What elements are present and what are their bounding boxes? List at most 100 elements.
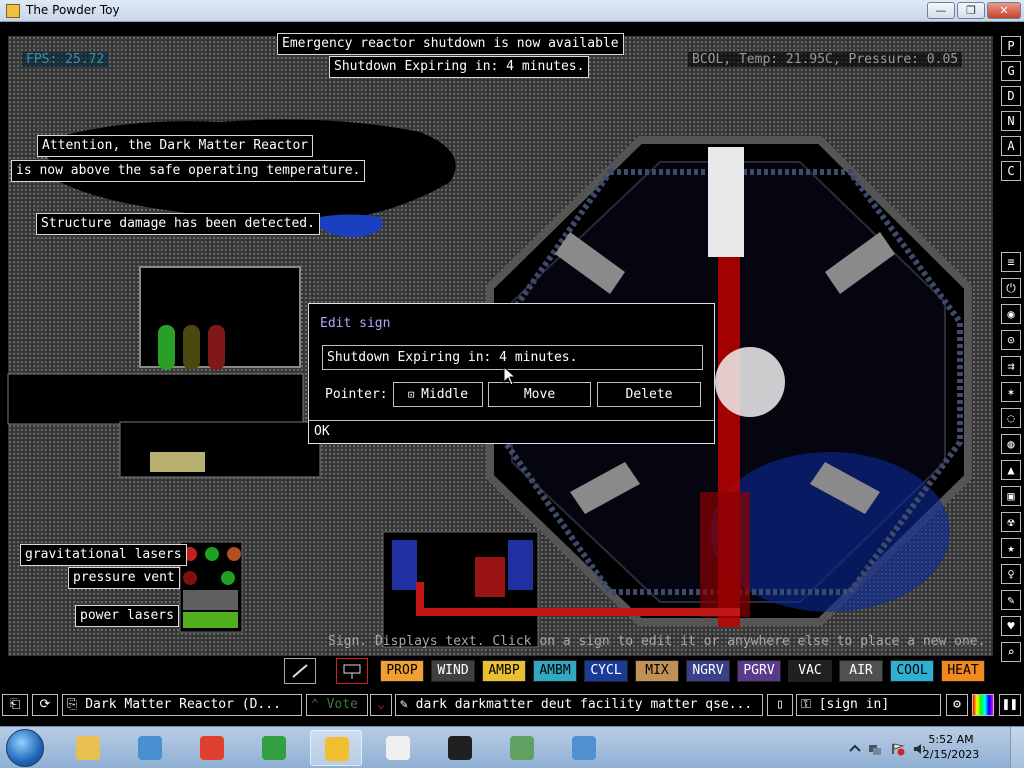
delete-button[interactable]: Delete — [597, 382, 701, 407]
element-cycl-button[interactable]: CYCL — [584, 660, 628, 682]
category-powered-button[interactable]: ◉ — [1001, 304, 1021, 324]
right-menu-n-button[interactable]: N — [1001, 111, 1021, 131]
category-life-button[interactable]: ♀ — [1001, 564, 1021, 584]
show-desktop-button[interactable] — [1010, 727, 1024, 768]
right-menu-a-button[interactable]: A — [1001, 136, 1021, 156]
tags-field[interactable]: ✎ dark darkmatter deut facility matter q… — [395, 694, 763, 716]
category-force-button[interactable]: ⇉ — [1001, 356, 1021, 376]
category-favorites-button[interactable]: ♥ — [1001, 616, 1021, 636]
element-pgrv-button[interactable]: PGRV — [737, 660, 781, 682]
taskbar-7zip[interactable] — [372, 730, 424, 766]
tag-icon: ✎ — [400, 697, 416, 712]
save-name-field[interactable]: ⎘ Dark Matter Reactor (D... — [62, 694, 302, 716]
window-titlebar[interactable]: The Powder Toy — ❐ ✕ — [0, 0, 1024, 22]
sample-tool-button[interactable] — [284, 658, 316, 684]
element-cool-button[interactable]: COOL — [890, 660, 934, 682]
reload-button[interactable]: ⟳ — [32, 694, 58, 716]
sign-tool-button[interactable] — [336, 658, 368, 684]
explosives-icon: ✶ — [1007, 385, 1015, 399]
clock-date: 2/15/2023 — [922, 748, 980, 761]
taskbar-powder-toy[interactable] — [310, 730, 362, 766]
pause-button[interactable]: ❚❚ — [999, 694, 1021, 716]
ok-button[interactable]: OK — [309, 420, 714, 444]
category-liquids-button[interactable]: ◍ — [1001, 434, 1021, 454]
maximize-button[interactable]: ❐ — [957, 2, 985, 19]
category-radioactive-button[interactable]: ☢ — [1001, 512, 1021, 532]
category-solids-button[interactable]: ▣ — [1001, 486, 1021, 506]
vote-up-button[interactable]: ⌃ Vote — [306, 694, 368, 716]
vote-down-button[interactable]: ⌄ — [370, 694, 392, 716]
sign-gravitational-lasers[interactable]: gravitational lasers — [20, 544, 187, 566]
sign-emergency[interactable]: Emergency reactor shutdown is now availa… — [277, 33, 624, 55]
category-explosives-button[interactable]: ✶ — [1001, 382, 1021, 402]
right-menu-p-button[interactable]: P — [1001, 36, 1021, 56]
folder-icon: ⎗ — [9, 697, 21, 712]
right-menu-c-button[interactable]: C — [1001, 161, 1021, 181]
bottom-bar: ⎗ ⟳ ⎘ Dark Matter Reactor (D... ⌃ Vote ⌄… — [0, 688, 1024, 726]
network-icon[interactable] — [868, 741, 882, 755]
key-icon: ⚿ — [801, 697, 819, 712]
electronics-icon: ⏻ — [1006, 281, 1016, 295]
liquids-icon: ◍ — [1007, 437, 1015, 451]
element-air-button[interactable]: AIR — [839, 660, 883, 682]
category-tools-button[interactable]: ✎ — [1001, 590, 1021, 610]
taskbar-cmd[interactable] — [434, 730, 486, 766]
element-mix-button[interactable]: MIX — [635, 660, 679, 682]
element-ambp-button[interactable]: AMBP — [482, 660, 526, 682]
taskbar-chrome[interactable] — [186, 730, 238, 766]
sign-icon — [343, 664, 361, 679]
show-hidden-icons-icon[interactable] — [848, 741, 862, 755]
category-walls-button[interactable]: ≡ — [1001, 252, 1021, 272]
document-icon: ▯ — [776, 697, 784, 712]
media-player-icon — [138, 736, 162, 760]
sign-power-lasers[interactable]: power lasers — [75, 605, 179, 627]
sign-structure-damage[interactable]: Structure damage has been detected. — [36, 213, 320, 235]
sign-attention-2[interactable]: is now above the safe operating temperat… — [11, 160, 366, 182]
reload-icon: ⟳ — [39, 697, 51, 712]
category-powders-button[interactable]: ▲ — [1001, 460, 1021, 480]
display-mode-button[interactable] — [972, 694, 994, 716]
pointer-value: Middle — [421, 387, 469, 402]
category-gases-button[interactable]: ◌ — [1001, 408, 1021, 428]
category-electronics-button[interactable]: ⏻ — [1001, 278, 1021, 298]
close-button[interactable]: ✕ — [987, 2, 1021, 19]
taskbar-media-player[interactable] — [124, 730, 176, 766]
pointer-label: Pointer: — [325, 387, 388, 402]
minimize-button[interactable]: — — [927, 2, 955, 19]
taskbar-explorer[interactable] — [62, 730, 114, 766]
right-menu-g-button[interactable]: G — [1001, 61, 1021, 81]
system-clock[interactable]: 5:52 AM 2/15/2023 — [920, 732, 982, 762]
chrome-icon — [200, 736, 224, 760]
new-save-button[interactable]: ▯ — [767, 694, 793, 716]
category-search-button[interactable]: ⌕ — [1001, 642, 1021, 662]
element-vac-button[interactable]: VAC — [788, 660, 832, 682]
game-canvas[interactable]: FPS: 25.72 BCOL, Temp: 21.95C, Pressure:… — [0, 22, 1024, 688]
taskbar-csharp-app[interactable] — [248, 730, 300, 766]
element-prop-button[interactable]: PROP — [380, 660, 424, 682]
monitor-app-icon — [510, 736, 534, 760]
start-button[interactable] — [6, 729, 44, 767]
element-wind-button[interactable]: WIND — [431, 660, 475, 682]
powder-toy-icon — [325, 737, 349, 761]
thumbs-up-icon: ⌃ — [311, 697, 327, 712]
sign-in-button[interactable]: ⚿ [sign in] — [796, 694, 941, 716]
element-heat-button[interactable]: HEAT — [941, 660, 985, 682]
search-icon: ⌕ — [1007, 645, 1015, 659]
taskbar-control-panel[interactable] — [558, 730, 610, 766]
right-menu-d-button[interactable]: D — [1001, 86, 1021, 106]
element-ambm-button[interactable]: AMBM — [533, 660, 577, 682]
taskbar-monitor-app[interactable] — [496, 730, 548, 766]
open-save-button[interactable]: ⎗ — [2, 694, 28, 716]
settings-button[interactable]: ⚙ — [946, 694, 968, 716]
clock-time: 5:52 AM — [928, 733, 974, 746]
tool-hint: Sign. Displays text. Click on a sign to … — [328, 634, 986, 649]
element-ngrv-button[interactable]: NGRV — [686, 660, 730, 682]
sign-attention-1[interactable]: Attention, the Dark Matter Reactor — [37, 135, 314, 157]
pointer-dropdown[interactable]: ⊡ Middle — [393, 382, 483, 407]
sign-shutdown-expiring[interactable]: Shutdown Expiring in: 4 minutes. — [329, 56, 590, 78]
sign-pressure-vent[interactable]: pressure vent — [68, 567, 180, 589]
cmd-icon — [448, 736, 472, 760]
action-center-icon[interactable] — [891, 741, 905, 756]
category-special-button[interactable]: ★ — [1001, 538, 1021, 558]
category-sensors-button[interactable]: ⊙ — [1001, 330, 1021, 350]
